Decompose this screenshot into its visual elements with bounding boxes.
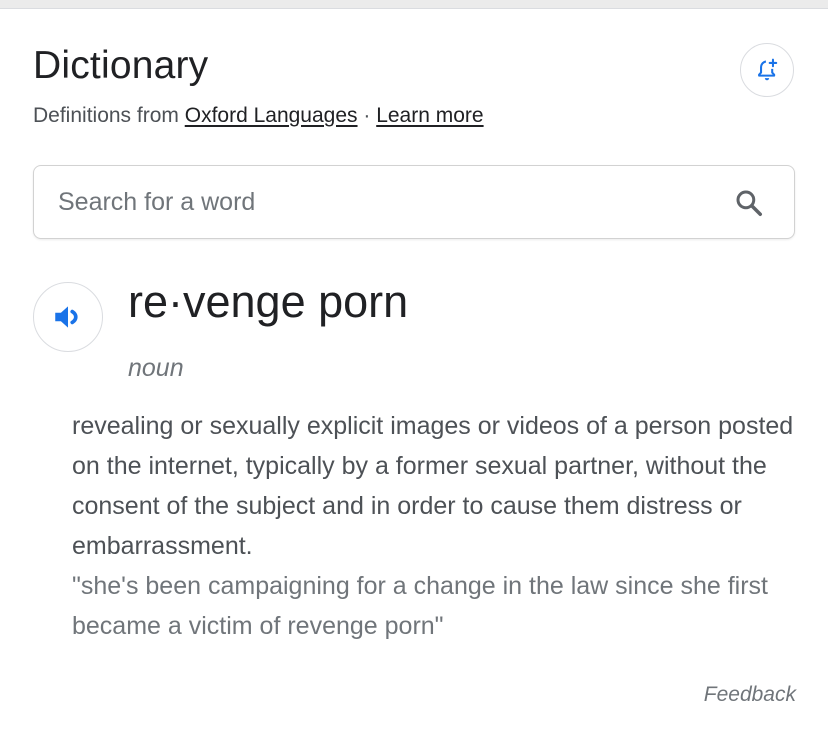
- definition-text: revealing or sexually explicit images or…: [72, 412, 794, 560]
- search-icon[interactable]: [734, 188, 764, 218]
- dictionary-card: Dictionary Definitions from Oxford Langu…: [0, 9, 828, 729]
- create-alert-button[interactable]: [740, 43, 794, 97]
- source-line: Definitions from Oxford Languages · Lear…: [33, 102, 484, 130]
- headword: re·venge porn: [128, 276, 409, 327]
- search-input[interactable]: [58, 166, 698, 238]
- example-sentence: "she's been campaigning for a change in …: [72, 572, 768, 640]
- source-prefix: Definitions from: [33, 104, 179, 127]
- pronunciation-button[interactable]: [33, 282, 103, 352]
- word-search-box: [33, 165, 795, 239]
- learn-more-link[interactable]: Learn more: [376, 104, 483, 127]
- part-of-speech: noun: [128, 354, 184, 382]
- speaker-icon: [55, 306, 78, 328]
- page-title: Dictionary: [33, 44, 209, 87]
- feedback-link[interactable]: Feedback: [704, 681, 796, 709]
- top-divider: [0, 0, 828, 9]
- bell-plus-icon: [758, 58, 778, 81]
- oxford-languages-link[interactable]: Oxford Languages: [185, 104, 358, 127]
- source-separator: ·: [357, 104, 377, 127]
